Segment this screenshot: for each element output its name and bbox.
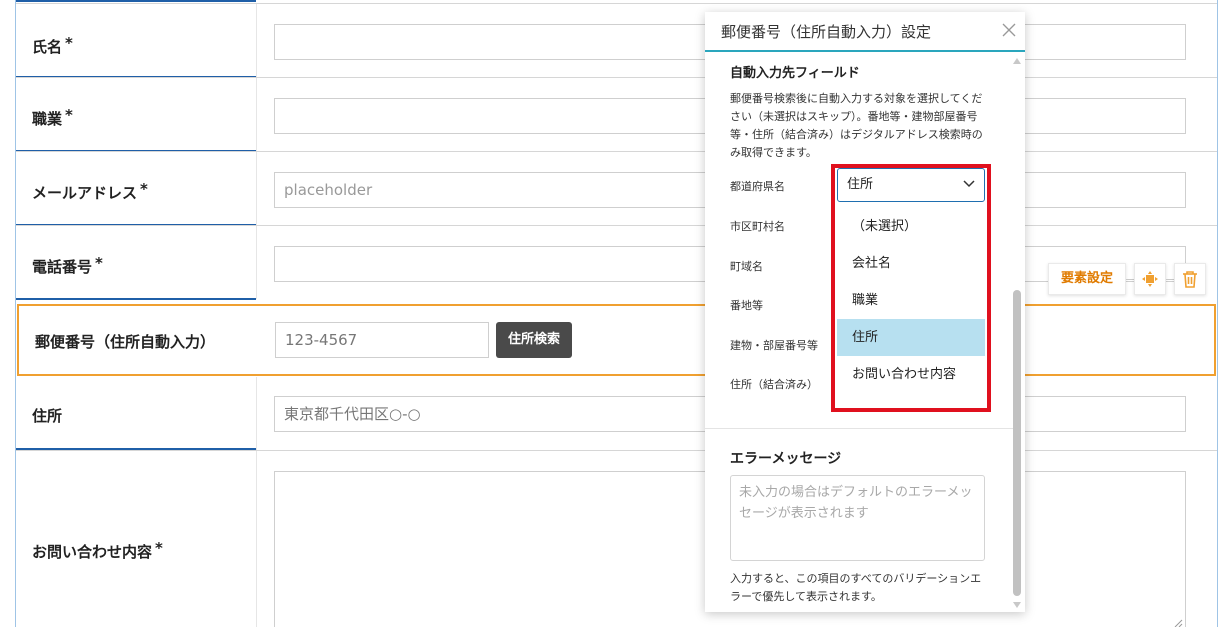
element-toolbar: 要素設定: [1048, 263, 1207, 295]
trash-icon[interactable]: [1174, 263, 1207, 295]
row-underline: [16, 298, 256, 300]
field-label: 住所: [32, 407, 63, 425]
field-label: お問い合わせ内容 *: [32, 539, 163, 561]
panel-header: 郵便番号（住所自動入力）設定: [705, 12, 1025, 52]
error-message-textarea[interactable]: 未入力の場合はデフォルトのエラーメッセージが表示されます: [730, 475, 985, 561]
form-editor: 氏名* 職業* メールアドレス* placeholder 電話番号* 郵: [0, 0, 1232, 627]
address-search-button[interactable]: 住所検索: [496, 322, 573, 358]
row-separator: [256, 451, 257, 627]
toolbar-connector: [1126, 278, 1135, 280]
toolbar-connector: [1166, 278, 1175, 280]
form-row-email[interactable]: メールアドレス * placeholder: [16, 151, 1217, 226]
scroll-down-arrow-icon[interactable]: [1013, 602, 1021, 608]
resize-grip-icon[interactable]: [1173, 618, 1183, 627]
field-label-street-number: 番地等: [730, 299, 763, 312]
field-label: 職業 *: [32, 106, 73, 128]
form-canvas: 氏名* 職業* メールアドレス* placeholder 電話番号* 郵: [15, 0, 1218, 627]
field-label-city: 市区町村名: [730, 220, 785, 233]
field-label-full-address: 住所（結合済み）: [730, 378, 818, 391]
row-separator: [256, 152, 257, 225]
postal-code-input[interactable]: 123-4567: [275, 322, 489, 358]
panel-scrollbar[interactable]: [1012, 56, 1022, 610]
field-label-building: 建物・部屋番号等: [730, 339, 818, 352]
field-label: 氏名 *: [32, 34, 73, 56]
row-separator: [256, 4, 257, 77]
field-label: メールアドレス *: [32, 180, 148, 202]
form-row-occupation[interactable]: 職業 *: [16, 77, 1217, 152]
panel-title: 郵便番号（住所自動入力）設定: [721, 23, 932, 41]
scroll-thumb[interactable]: [1013, 290, 1021, 596]
autofill-description: 郵便番号検索後に自動入力する対象を選択してください（未選択はスキップ）。番地等・…: [730, 92, 983, 159]
annotation-highlight-box: [831, 164, 991, 412]
row-separator: [256, 377, 257, 450]
panel-body: 自動入力先フィールド 郵便番号検索後に自動入力する対象を選択してください（未選択…: [705, 54, 1013, 612]
error-help-text: 入力すると、この項目のすべてのバリデーションエラーで優先して表示されます。: [730, 572, 982, 603]
section-divider: [705, 428, 1013, 429]
close-icon[interactable]: [1001, 22, 1017, 38]
required-mark: *: [65, 34, 73, 52]
required-mark: *: [140, 180, 148, 198]
field-label-town: 町域名: [730, 260, 763, 273]
form-row-postal-code[interactable]: 郵便番号（住所自動入力） 123-4567 住所検索: [17, 304, 1216, 376]
form-row-name[interactable]: 氏名 *: [16, 3, 1217, 78]
form-row-address[interactable]: 住所 東京都千代田区○-○: [16, 377, 1217, 450]
row-separator: [256, 78, 257, 151]
element-settings-button[interactable]: 要素設定: [1048, 263, 1127, 295]
required-mark: *: [65, 106, 73, 124]
form-row-phone[interactable]: 電話番号 *: [16, 225, 1217, 300]
row-separator: [256, 226, 257, 299]
field-label: 郵便番号（住所自動入力）: [35, 333, 216, 351]
error-section-title: エラーメッセージ: [730, 451, 842, 467]
field-label-prefecture: 都道府県名: [730, 180, 785, 193]
required-mark: *: [95, 254, 103, 272]
move-icon[interactable]: [1134, 263, 1167, 295]
required-mark: *: [155, 539, 163, 557]
scroll-up-arrow-icon[interactable]: [1013, 58, 1021, 64]
autofill-section-title: 自動入力先フィールド: [730, 66, 860, 81]
row-underline: [16, 0, 256, 2]
postal-settings-panel: 郵便番号（住所自動入力）設定 自動入力先フィールド 郵便番号検索後に自動入力する…: [705, 12, 1025, 612]
field-label: 電話番号 *: [32, 254, 103, 276]
form-row-inquiry[interactable]: お問い合わせ内容 *: [16, 450, 1217, 627]
